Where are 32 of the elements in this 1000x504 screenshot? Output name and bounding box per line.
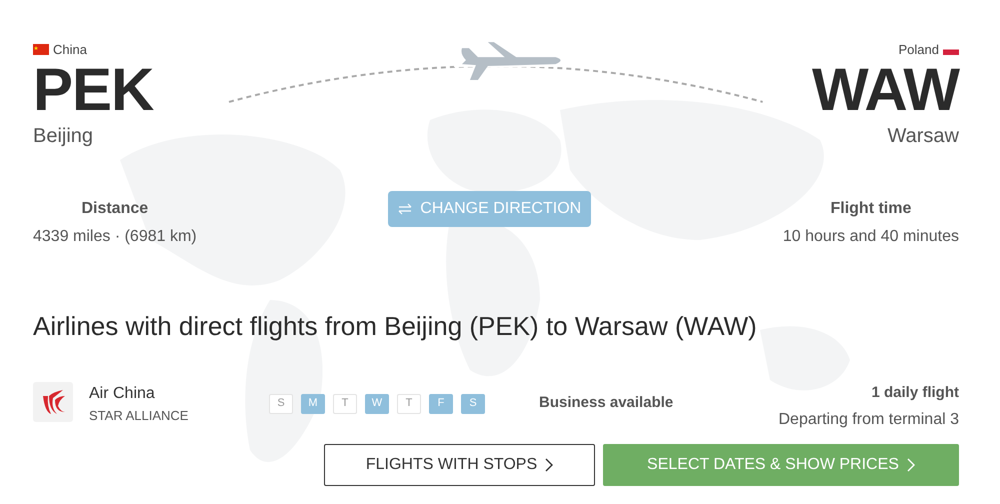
cabin-class: Business available [539,392,674,412]
country-name: Poland [898,41,939,59]
weekday-indicator: T [333,394,357,414]
weekday-indicator: M [301,394,325,414]
airline-name: Air China [89,384,156,404]
chevron-icon [545,458,554,472]
airplane-icon [454,42,561,80]
terminal-text: Departing from terminal 3 [778,410,959,430]
weekday-indicator: T [397,394,421,414]
country-name: China [53,41,87,59]
weekday-indicator: F [429,394,453,414]
swap-icon [398,202,412,214]
change-direction-button[interactable]: CHANGE DIRECTION [388,190,592,226]
distance-value: 4339 miles · (6981 km) [33,226,197,246]
weekday-indicator: W [365,394,389,414]
chevron-icon [906,458,915,472]
section-heading: Airlines with direct flights from Beijing (PEK) to Warsaw (WAW) [33,310,758,342]
airport-code: WAW [812,60,959,120]
alliance-name: STAR ALLIANCE [89,406,190,424]
city-name: Warsaw [888,124,959,148]
flight-time-value: 10 hours and 40 minutes [782,226,959,246]
weekday-indicator: S [269,394,293,414]
flag-icon [33,44,49,56]
weekday-indicator: S [461,394,485,414]
frequency-text: 1 daily flight [871,382,959,402]
airline-logo [33,382,73,422]
show-prices-button[interactable]: SELECT DATES & SHOW PRICES [603,444,959,486]
airport-code: PEK [33,60,155,120]
flight-time-label: Flight time [830,198,912,218]
distance-label: Distance [81,198,148,218]
city-name: Beijing [33,124,94,148]
flights-with-stops-button[interactable]: FLIGHTS WITH STOPS [324,444,595,486]
